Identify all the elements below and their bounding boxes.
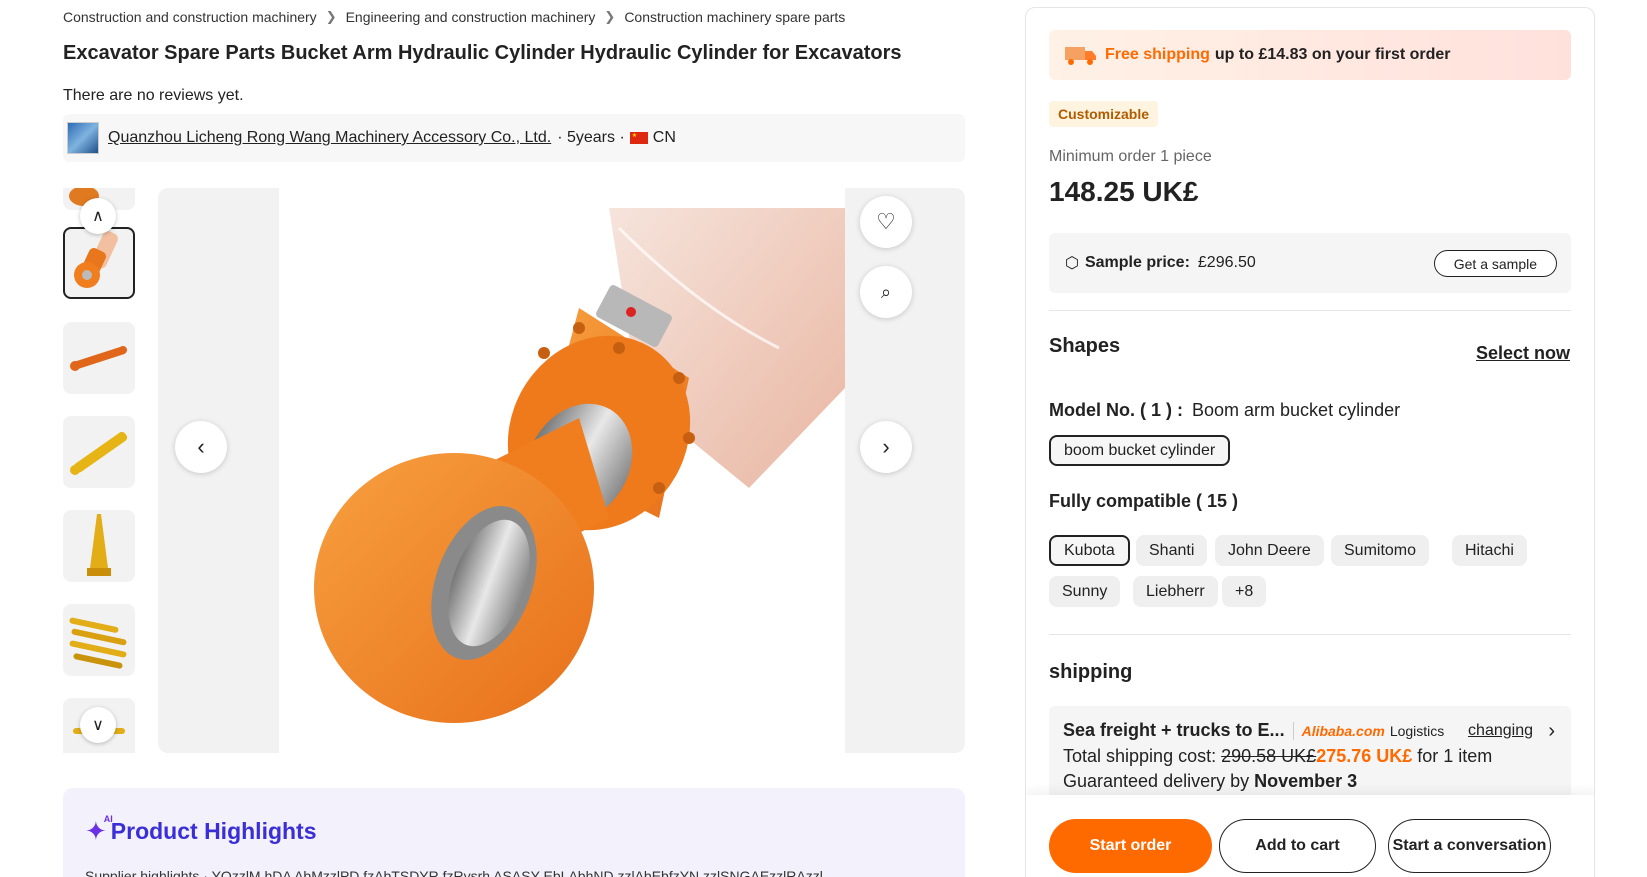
highlights-title: ✦ AI Product Highlights xyxy=(85,814,317,847)
free-shipping-banner: Free shipping up to £14.83 on your first… xyxy=(1049,30,1571,80)
logistics-label: Logistics xyxy=(1389,722,1445,739)
cube-icon: ⬡ xyxy=(1065,255,1079,272)
change-shipping-link[interactable]: changing xyxy=(1468,722,1533,740)
product-title: Excavator Spare Parts Bucket Arm Hydraul… xyxy=(63,42,902,64)
divider xyxy=(1049,634,1571,635)
thumbnail-image[interactable] xyxy=(63,510,135,582)
model-number-line: Model No. ( 1 ) : Boom arm bucket cylind… xyxy=(1049,400,1400,421)
compat-chip-liebherr[interactable]: Liebherr xyxy=(1133,576,1218,607)
breadcrumb-item[interactable]: Engineering and construction machinery xyxy=(346,9,596,25)
compat-chip-sumitomo[interactable]: Sumitomo xyxy=(1331,535,1430,566)
sample-price-box: ⬡ Sample price: £296.50 Get a sample xyxy=(1049,233,1571,293)
main-image-viewer: ♡ ⌕ ‹ › xyxy=(158,188,965,753)
shipping-title: shipping xyxy=(1049,661,1133,683)
model-number-value: Boom arm bucket cylinder xyxy=(1192,400,1401,420)
shapes-title: Shapes xyxy=(1049,335,1121,357)
shipping-method-row: Sea freight + trucks to E... Alibaba.com… xyxy=(1063,720,1444,741)
thumbnail-image[interactable] xyxy=(63,322,135,394)
thumbnail-image[interactable] xyxy=(63,604,135,676)
product-photo[interactable] xyxy=(279,188,845,753)
shipping-cost-row: Total shipping cost: 290.58 UK£275.76 UK… xyxy=(1063,746,1492,767)
chevron-right-icon[interactable]: › xyxy=(1548,720,1555,743)
shipping-cost-suffix: for 1 item xyxy=(1417,746,1493,766)
model-number-label: Model No. ( 1 ) : xyxy=(1049,400,1183,420)
chevron-right-icon: ❯ xyxy=(604,9,616,24)
compat-chip-kubota[interactable]: Kubota xyxy=(1049,535,1130,566)
sparkle-icon: ✦ AI xyxy=(85,814,113,846)
compatible-title: Fully compatible ( 15 ) xyxy=(1049,491,1239,511)
get-sample-button[interactable]: Get a sample xyxy=(1433,250,1557,277)
breadcrumb-item[interactable]: Construction and construction machinery xyxy=(63,9,317,25)
breadcrumb-item[interactable]: Construction machinery spare parts xyxy=(624,9,845,25)
breadcrumb: Construction and construction machinery … xyxy=(63,9,845,25)
thumbnail-image-selected[interactable] xyxy=(63,227,135,299)
chevron-right-icon[interactable]: › xyxy=(860,421,912,473)
shipping-option-box[interactable]: Sea freight + trucks to E... Alibaba.com… xyxy=(1049,706,1571,806)
model-option-chip[interactable]: boom bucket cylinder xyxy=(1049,435,1231,466)
minimum-order: Minimum order 1 piece xyxy=(1049,148,1212,165)
supplier-highlights-text: Supplier highlights · YQzzlM hDA AbMzzlP… xyxy=(85,868,823,877)
chevron-down-icon[interactable]: ∨ xyxy=(80,707,116,743)
supplier-bar: Quanzhou Licheng Rong Wang Machinery Acc… xyxy=(63,114,965,162)
supplier-name-link[interactable]: Quanzhou Licheng Rong Wang Machinery Acc… xyxy=(108,129,551,147)
chevron-left-icon[interactable]: ‹ xyxy=(175,421,227,473)
shipping-method: Sea freight + trucks to E... xyxy=(1063,720,1285,740)
ai-label: AI xyxy=(103,814,113,824)
new-shipping-cost: 275.76 UK£ xyxy=(1316,746,1413,766)
compat-chip-more[interactable]: +8 xyxy=(1222,576,1267,607)
select-now-link[interactable]: Select now xyxy=(1476,343,1570,364)
reviews-status: There are no reviews yet. xyxy=(63,87,244,104)
free-shipping-highlight: Free shipping xyxy=(1105,46,1210,63)
heart-icon[interactable]: ♡ xyxy=(860,196,912,248)
chevron-right-icon: ❯ xyxy=(325,9,337,24)
delivery-date: November 3 xyxy=(1254,771,1358,791)
compat-chip-sunny[interactable]: Sunny xyxy=(1049,576,1121,607)
compat-chip-john-deere[interactable]: John Deere xyxy=(1215,535,1324,566)
thumbnail-strip: ∧ ∨ xyxy=(63,188,135,753)
start-conversation-button[interactable]: Start a conversation xyxy=(1388,819,1551,873)
free-shipping-text: up to £14.83 on your first order xyxy=(1214,46,1451,63)
start-order-button[interactable]: Start order xyxy=(1049,819,1212,873)
highlights-title-text: Product Highlights xyxy=(110,818,317,844)
separator xyxy=(1292,721,1294,740)
supplier-years: · 5years · xyxy=(557,129,625,146)
image-search-icon[interactable]: ⌕ xyxy=(860,266,912,318)
divider xyxy=(1049,310,1571,311)
shipping-cost-label: Total shipping cost: xyxy=(1063,746,1217,766)
purchase-panel: Free shipping up to £14.83 on your first… xyxy=(1025,7,1595,877)
sample-price-label: Sample price: xyxy=(1084,254,1190,271)
alibaba-logo: Alibaba.com xyxy=(1301,722,1385,739)
china-flag-icon xyxy=(629,132,648,144)
supplier-country: CN xyxy=(652,129,676,146)
supplier-logo[interactable] xyxy=(67,122,99,154)
product-main: Construction and construction machinery … xyxy=(0,0,1000,877)
customizable-badge: Customizable xyxy=(1049,101,1159,127)
old-shipping-cost: 290.58 UK£ xyxy=(1221,746,1317,766)
chevron-up-icon[interactable]: ∧ xyxy=(80,198,116,234)
compat-chip-shanti[interactable]: Shanti xyxy=(1136,535,1208,566)
compat-chip-hitachi[interactable]: Hitachi xyxy=(1452,535,1527,566)
delivery-label: Guaranteed delivery by xyxy=(1063,771,1250,791)
delivery-row: Guaranteed delivery by November 3 xyxy=(1063,771,1357,792)
truck-icon xyxy=(1065,47,1096,65)
unit-price: 148.25 UK£ xyxy=(1049,176,1199,207)
thumbnail-image[interactable] xyxy=(63,416,135,488)
product-highlights: ✦ AI Product Highlights Supplier highligh… xyxy=(63,788,965,877)
add-to-cart-button[interactable]: Add to cart xyxy=(1219,819,1376,873)
action-bar: Start order Add to cart Start a conversa… xyxy=(1026,795,1594,877)
sample-price-value: £296.50 xyxy=(1197,254,1256,271)
